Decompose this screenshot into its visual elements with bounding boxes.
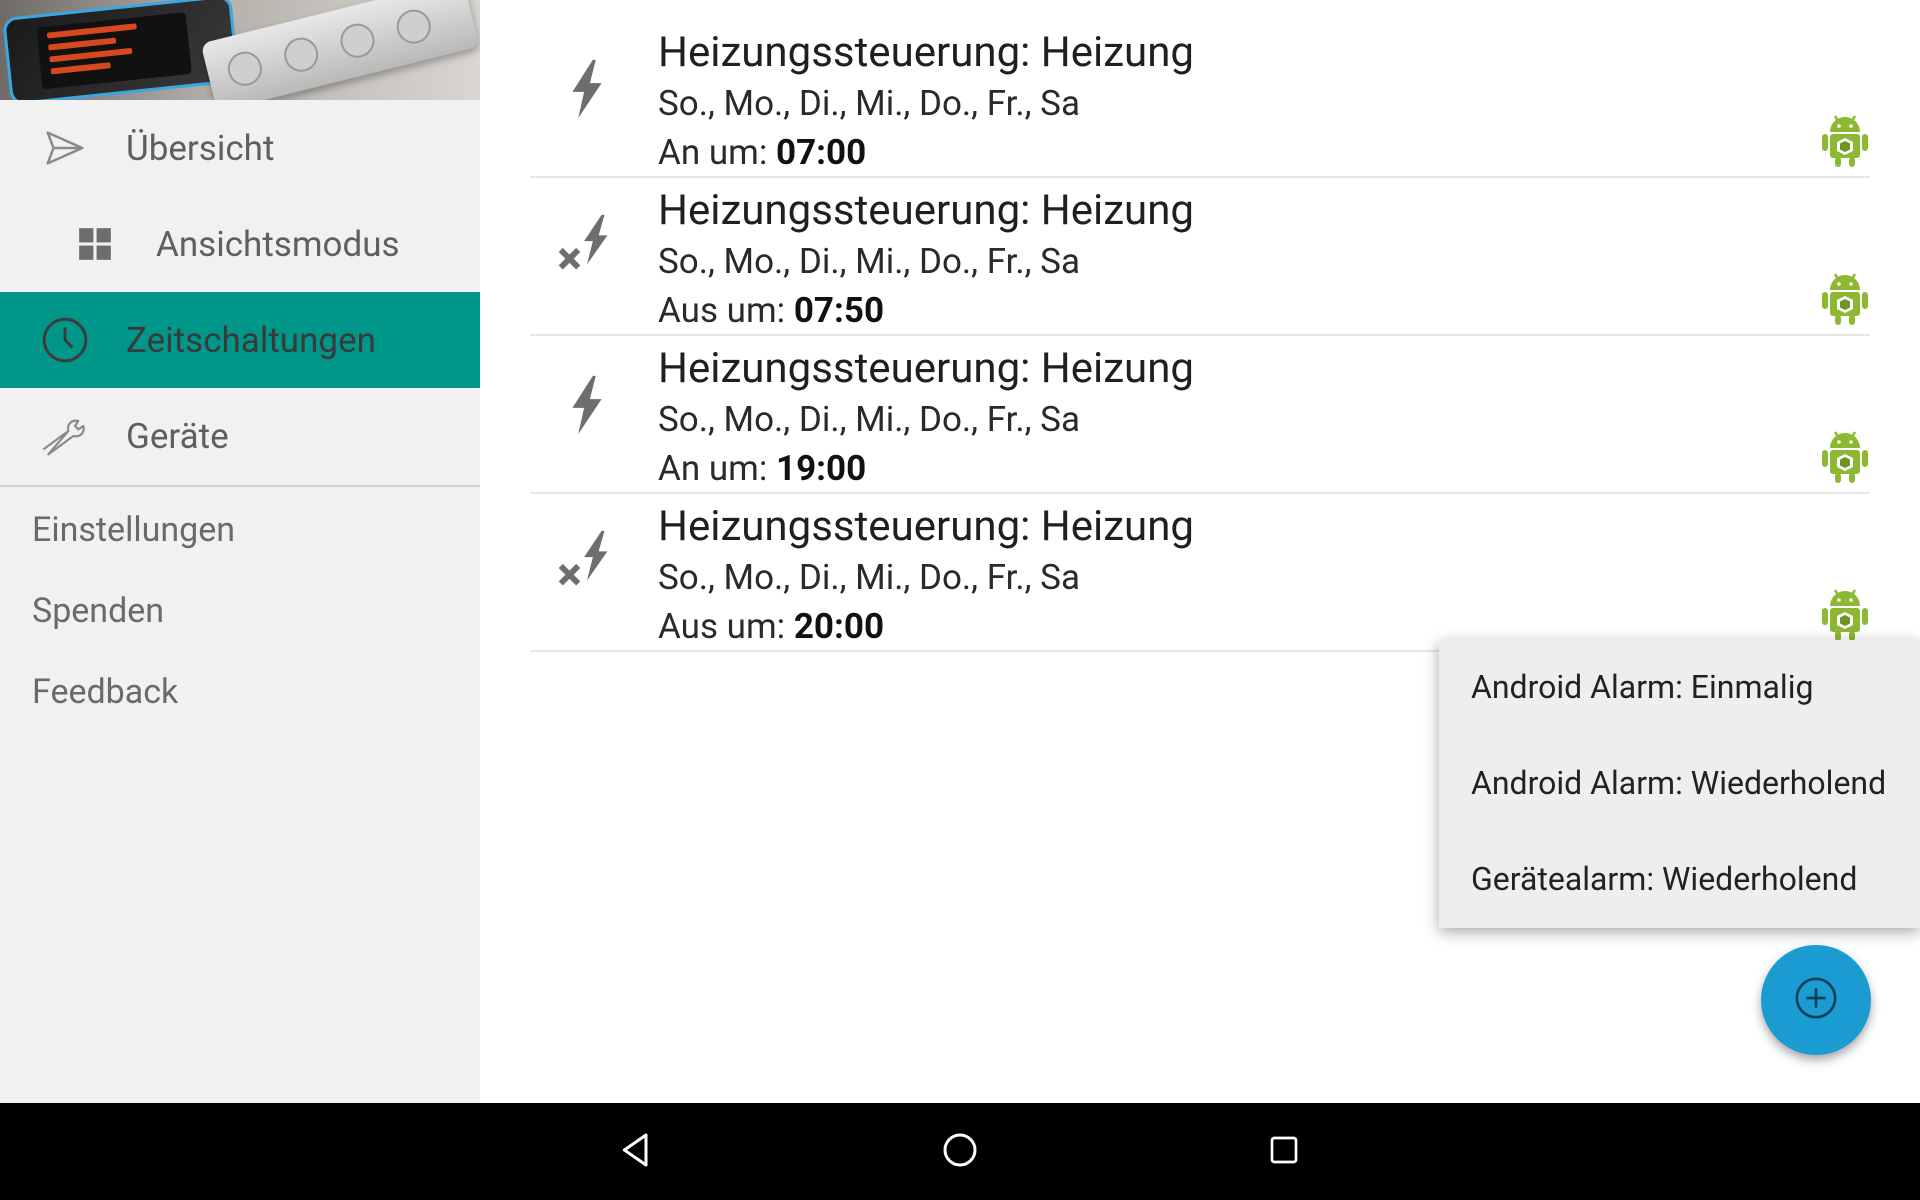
timer-time: 20:00 — [793, 606, 885, 647]
timer-action-label: Aus um: — [658, 290, 786, 331]
timer-title: Heizungssteuerung: Heizung — [658, 344, 1194, 393]
add-circle-icon — [1793, 975, 1839, 1025]
drawer-header-image — [0, 0, 480, 100]
sidebar-item-ansichtsmodus[interactable]: Ansichtsmodus — [0, 196, 480, 292]
sidebar-item-einstellungen[interactable]: Einstellungen — [32, 510, 235, 550]
home-icon — [940, 1130, 980, 1174]
wrench-icon — [40, 411, 90, 461]
timer-days: So., Mo., Di., Mi., Do., Fr., Sa — [658, 399, 1080, 440]
power-on-icon — [552, 370, 622, 440]
sidebar-item-label: Zeitschaltungen — [126, 319, 376, 361]
timer-time-line: An um: 07:00 — [658, 132, 866, 173]
sidebar-item-zeitschaltungen[interactable]: Zeitschaltungen — [0, 292, 480, 388]
sidebar-item-spenden[interactable]: Spenden — [32, 591, 164, 631]
send-icon — [40, 123, 90, 173]
android-icon — [1820, 110, 1870, 168]
menu-item-device-alarm-repeating[interactable]: Gerätealarm: Wiederholend — [1471, 860, 1857, 898]
power-off-icon — [552, 528, 622, 598]
timer-action-label: An um: — [658, 132, 768, 173]
menu-item-android-alarm-repeating[interactable]: Android Alarm: Wiederholend — [1471, 764, 1886, 802]
recents-icon — [1266, 1132, 1302, 1172]
clock-icon — [40, 315, 90, 365]
timer-time-line: Aus um: 20:00 — [658, 606, 884, 647]
back-icon — [616, 1130, 656, 1174]
timer-action-label: An um: — [658, 448, 768, 489]
power-off-icon — [552, 212, 622, 282]
recents-button[interactable] — [1257, 1125, 1311, 1179]
timer-row[interactable]: Heizungssteuerung: Heizung So., Mo., Di.… — [530, 336, 1870, 494]
timer-days: So., Mo., Di., Mi., Do., Fr., Sa — [658, 83, 1080, 124]
android-icon — [1820, 268, 1870, 326]
sidebar-item-label: Ansichtsmodus — [156, 223, 400, 265]
timer-row[interactable]: Heizungssteuerung: Heizung So., Mo., Di.… — [530, 494, 1870, 652]
sidebar-item-label: Übersicht — [126, 127, 275, 169]
sidebar-item-uebersicht[interactable]: Übersicht — [0, 100, 480, 196]
drawer-divider — [0, 485, 480, 487]
navigation-drawer: Übersicht Ansichtsmodus Zeitschaltungen … — [0, 0, 480, 1103]
add-alarm-popup-menu: Android Alarm: Einmalig Android Alarm: W… — [1439, 640, 1920, 928]
menu-item-android-alarm-once[interactable]: Android Alarm: Einmalig — [1471, 668, 1813, 706]
sidebar-item-label: Geräte — [126, 415, 229, 457]
timer-time-line: Aus um: 07:50 — [658, 290, 884, 331]
android-icon — [1820, 584, 1870, 642]
system-navigation-bar — [0, 1103, 1920, 1200]
timer-title: Heizungssteuerung: Heizung — [658, 502, 1194, 551]
grid-icon — [70, 219, 120, 269]
timer-time-line: An um: 19:00 — [658, 448, 866, 489]
timer-time: 19:00 — [776, 448, 867, 489]
timer-row[interactable]: Heizungssteuerung: Heizung So., Mo., Di.… — [530, 20, 1870, 178]
sidebar-item-geraete[interactable]: Geräte — [0, 388, 480, 484]
timer-days: So., Mo., Di., Mi., Do., Fr., Sa — [658, 557, 1080, 598]
back-button[interactable] — [609, 1125, 663, 1179]
power-strip-illustration — [200, 0, 480, 100]
home-button[interactable] — [933, 1125, 987, 1179]
timer-time: 07:50 — [793, 290, 885, 331]
sidebar-item-feedback[interactable]: Feedback — [32, 672, 178, 712]
power-on-icon — [552, 54, 622, 124]
timer-time: 07:00 — [776, 132, 867, 173]
timer-title: Heizungssteuerung: Heizung — [658, 186, 1194, 235]
timer-action-label: Aus um: — [658, 606, 786, 647]
add-timer-button[interactable] — [1761, 945, 1871, 1055]
timer-title: Heizungssteuerung: Heizung — [658, 28, 1194, 77]
timer-days: So., Mo., Di., Mi., Do., Fr., Sa — [658, 241, 1080, 282]
timer-row[interactable]: Heizungssteuerung: Heizung So., Mo., Di.… — [530, 178, 1870, 336]
android-icon — [1820, 426, 1870, 484]
